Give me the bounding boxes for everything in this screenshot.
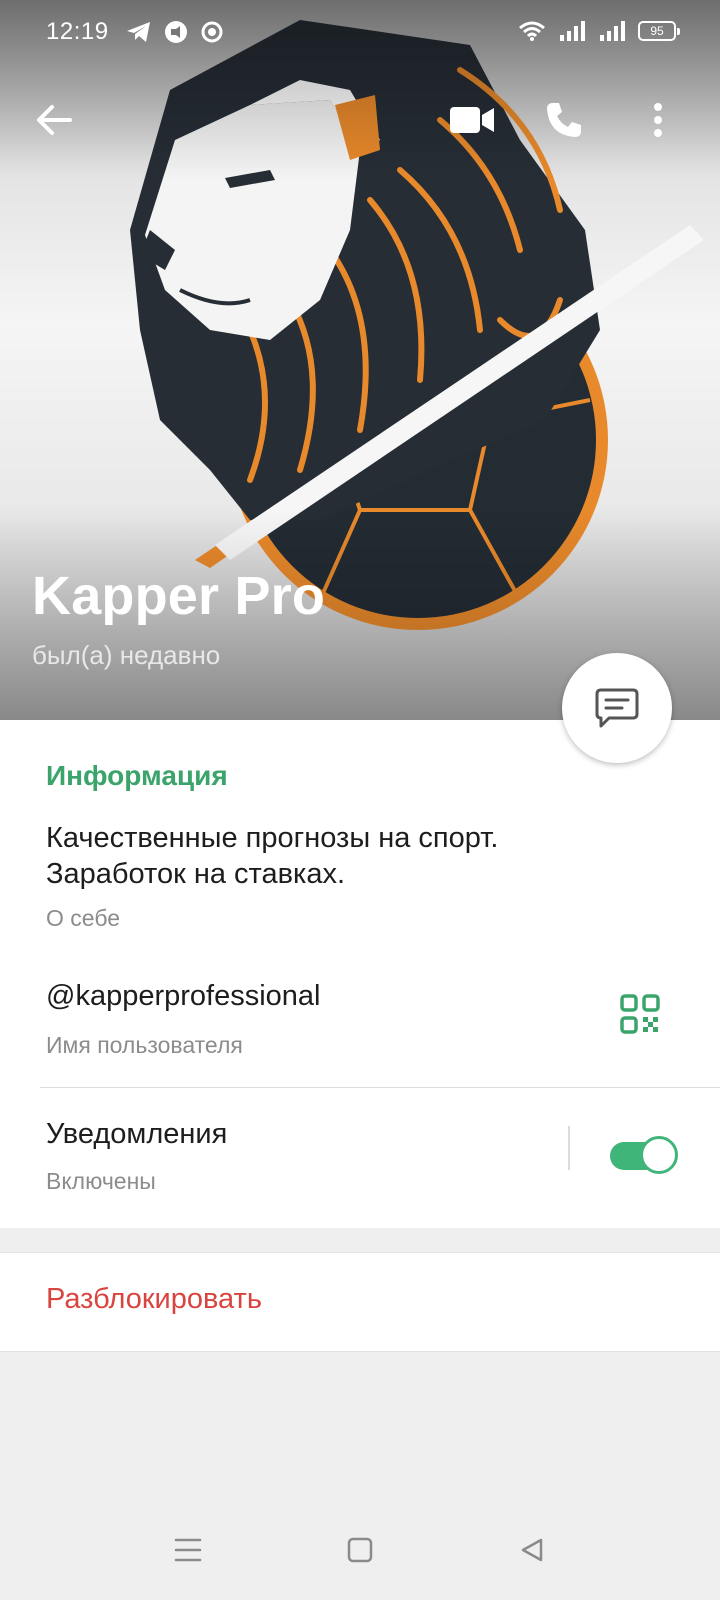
notifications-title: Уведомления — [46, 1118, 228, 1150]
home-icon — [347, 1537, 373, 1563]
profile-cover: 12:19 95 Kapper Pro был(а) недавно — [0, 0, 720, 720]
toggle-knob — [640, 1136, 678, 1174]
message-icon — [595, 688, 639, 728]
send-message-button[interactable] — [562, 653, 672, 763]
media-icon — [165, 21, 187, 43]
qr-code-button[interactable] — [620, 994, 670, 1044]
video-call-button[interactable] — [444, 92, 500, 148]
battery-icon: 95 — [638, 21, 680, 41]
system-nav-bar — [0, 1510, 720, 1600]
bio-line-2: Заработок на ставках. — [46, 858, 346, 890]
more-vertical-icon — [654, 103, 662, 137]
profile-status: был(а) недавно — [32, 640, 221, 670]
nav-home-button[interactable] — [338, 1528, 382, 1572]
status-icons-left — [126, 20, 224, 44]
status-bar: 12:19 95 — [0, 0, 720, 64]
back-icon — [521, 1538, 543, 1562]
unblock-button[interactable]: Разблокировать — [46, 1283, 262, 1316]
nav-menu-button[interactable] — [166, 1528, 210, 1572]
username-value: @kapperprofessional — [46, 980, 321, 1012]
status-icons-right: 95 — [518, 20, 680, 42]
notifications-toggle[interactable] — [610, 1136, 678, 1174]
menu-icon — [174, 1538, 202, 1562]
info-card: Информация Качественные прогнозы на спор… — [0, 720, 720, 1228]
section-title: Информация — [46, 760, 228, 791]
phone-icon — [547, 103, 581, 137]
vertical-separator — [568, 1126, 570, 1170]
wifi-icon — [519, 21, 545, 41]
record-icon — [201, 21, 223, 43]
profile-name: Kapper Pro — [32, 566, 326, 626]
signal-icon — [560, 21, 585, 41]
signal-icon — [600, 21, 625, 41]
back-button[interactable] — [26, 92, 82, 148]
username-label: Имя пользователя — [46, 1032, 243, 1058]
qr-code-icon — [620, 994, 660, 1034]
bio-label: О себе — [46, 905, 121, 931]
nav-back-button[interactable] — [510, 1528, 554, 1572]
notifications-state: Включены — [46, 1168, 156, 1194]
status-time: 12:19 — [46, 18, 109, 45]
bio-line-1: Качественные прогнозы на спорт. — [46, 822, 499, 854]
arrow-left-icon — [37, 105, 72, 135]
call-button[interactable] — [536, 92, 592, 148]
battery-level: 95 — [650, 24, 664, 38]
bio-text[interactable]: Качественные прогнозы на спорт. Заработо… — [46, 820, 646, 892]
notifications-row[interactable]: Уведомления Включены — [0, 1088, 720, 1228]
more-button[interactable] — [630, 92, 686, 148]
unblock-row[interactable]: Разблокировать — [0, 1252, 720, 1352]
username-row[interactable]: @kapperprofessional Имя пользователя — [0, 950, 720, 1068]
telegram-icon — [127, 22, 150, 42]
video-camera-icon — [450, 107, 494, 133]
